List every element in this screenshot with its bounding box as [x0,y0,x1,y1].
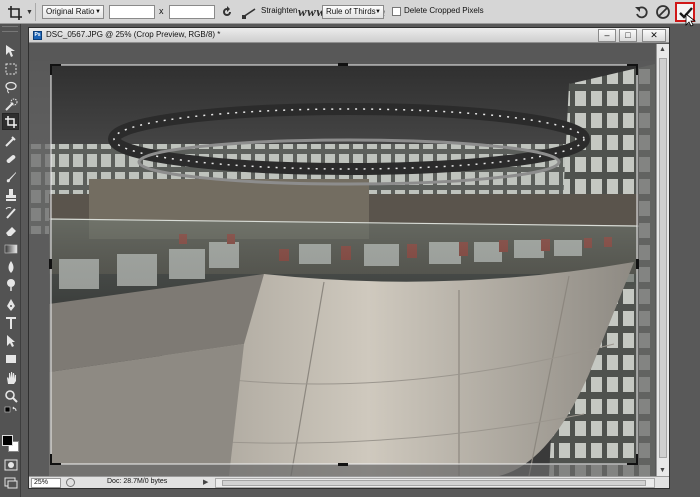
screen-mode-icon [4,477,17,488]
cancel-crop-icon[interactable] [655,4,671,20]
gradient-tool[interactable] [2,240,19,257]
rectangle-icon [5,354,16,363]
magnifier-icon [4,389,18,403]
arrow-select-icon [6,334,15,347]
move-icon [5,44,15,57]
crop-ratio-value: Original Ratio [46,7,95,16]
eraser-tool[interactable] [2,222,19,239]
move-tool[interactable] [2,42,19,59]
ratio-width-input[interactable] [109,5,155,19]
scroll-down-icon[interactable]: ▼ [659,467,666,474]
crop-icon [8,6,22,20]
reset-icon[interactable] [634,4,650,20]
delete-cropped-checkbox[interactable] [392,7,401,16]
mouse-cursor-icon [685,13,697,27]
overlay-view-value: Rule of Thirds [326,7,376,16]
document-title: DSC_0567.JPG @ 25% (Crop Preview, RGB/8)… [46,30,221,39]
panel-grip[interactable] [2,26,18,32]
bandage-icon [6,154,15,163]
maximize-button[interactable]: □ [619,29,637,42]
vertical-scrollbar[interactable]: ▲ ▼ [656,44,669,476]
scroll-up-icon[interactable]: ▲ [659,46,666,53]
pen-tool[interactable] [2,296,19,313]
crop-preview-image[interactable] [29,44,655,476]
quick-select-tool[interactable] [2,96,19,113]
quick-mask-icon [4,459,17,470]
eyedropper-icon [4,135,16,147]
options-bar: ▼ Original Ratio ▼ x Straighten www.Psji… [0,0,700,27]
crop-ratio-select[interactable]: Original Ratio ▼ [42,5,104,19]
document-size-info: Doc: 28.7M/0 bytes [107,478,168,485]
eyedropper-tool[interactable] [2,132,19,149]
vertical-scroll-thumb[interactable] [659,58,667,458]
eraser-icon [5,226,16,236]
crop-tool[interactable] [2,113,19,130]
tools-panel [0,24,21,497]
photoshop-doc-icon: Ps [33,31,42,40]
type-tool[interactable] [2,314,19,331]
horizontal-scroll-thumb[interactable] [222,480,646,486]
crop-icon [4,115,17,128]
shape-tool[interactable] [2,350,19,367]
history-brush-tool[interactable] [2,204,19,221]
swap-colors-tool[interactable] [2,404,19,421]
quick-select-icon [4,98,17,111]
drop-icon [8,260,13,273]
path-select-tool[interactable] [2,332,19,349]
ratio-separator: x [159,6,164,16]
chevron-down-icon: ▼ [26,9,33,16]
type-icon [5,316,16,329]
default-colors-icon [4,406,16,412]
dodge-icon [6,278,15,291]
history-brush-icon [5,206,16,219]
straighten-label[interactable]: Straighten [261,6,297,15]
foreground-color-swatch[interactable] [2,435,13,446]
marquee-icon [5,63,16,74]
rotate-orientation-icon[interactable] [219,4,235,20]
dodge-tool[interactable] [2,276,19,293]
brush-tool[interactable] [2,168,19,185]
chevron-down-icon: ▼ [95,9,101,15]
chevron-down-icon: ▼ [375,9,381,15]
photoshop-window: ▼ Original Ratio ▼ x Straighten www.Psji… [0,0,700,497]
status-menu-arrow-icon[interactable]: ▶ [203,478,208,486]
overlay-view-select[interactable]: Rule of Thirds ▼ [322,5,384,19]
tool-preset-picker[interactable]: ▼ [4,3,36,21]
ratio-height-input[interactable] [169,5,215,19]
zoom-tool[interactable] [2,387,19,404]
straighten-icon[interactable] [241,4,257,20]
stamp-icon [5,188,16,201]
pen-icon [6,298,15,311]
screen-mode-tool[interactable] [2,474,19,491]
zoom-level-field[interactable]: 25% [31,478,61,488]
hand-icon [6,371,16,384]
close-button[interactable]: ✕ [642,29,666,42]
info-icon[interactable] [66,478,75,487]
clone-stamp-tool[interactable] [2,186,19,203]
horizontal-scrollbar[interactable] [215,478,655,488]
blur-tool[interactable] [2,258,19,275]
minimize-button[interactable]: – [598,29,616,42]
status-bar: 25% Doc: 28.7M/0 bytes ▶ [29,476,669,488]
lasso-icon [4,81,17,93]
delete-cropped-label: Delete Cropped Pixels [404,6,484,15]
hand-tool[interactable] [2,369,19,386]
canvas-area[interactable] [29,44,655,476]
lasso-tool[interactable] [2,78,19,95]
marquee-tool[interactable] [2,60,19,77]
document-tab[interactable]: Ps DSC_0567.JPG @ 25% (Crop Preview, RGB… [29,28,669,43]
document-window: Ps DSC_0567.JPG @ 25% (Crop Preview, RGB… [28,27,670,489]
healing-brush-tool[interactable] [2,150,19,167]
gradient-icon [4,244,17,253]
brush-icon [6,171,16,182]
quick-mask-tool[interactable] [2,456,19,473]
